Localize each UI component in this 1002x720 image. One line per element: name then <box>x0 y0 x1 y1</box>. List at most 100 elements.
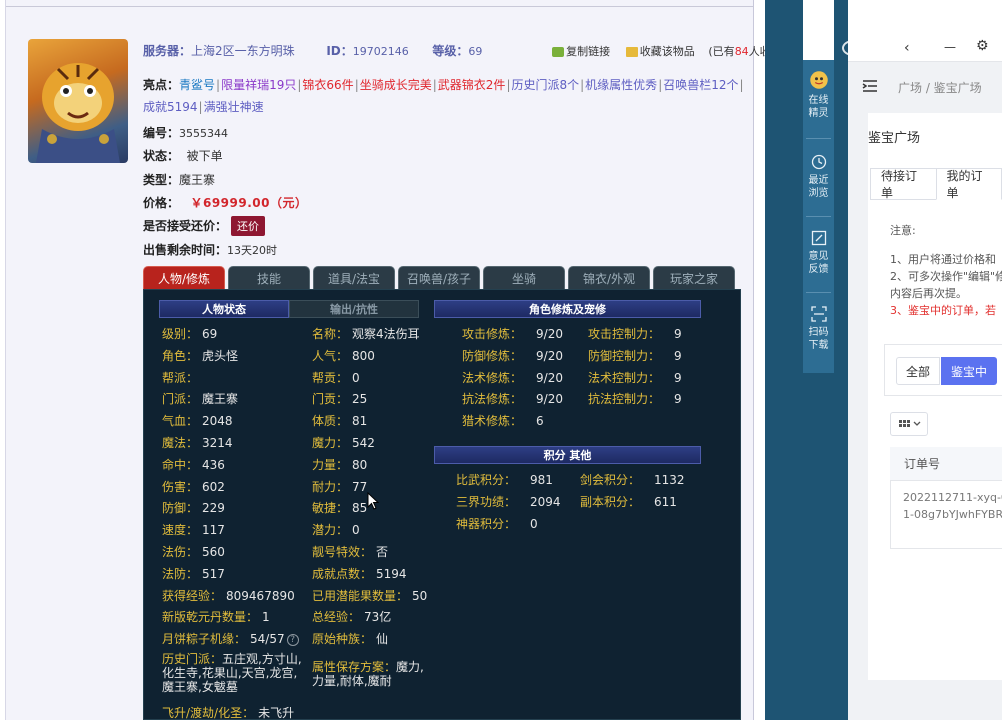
filter-appraising-button[interactable]: 鉴宝中 <box>941 357 997 385</box>
stat-row: 伤害： 602 <box>162 478 225 495</box>
favorite-label: 收藏该物品 <box>639 45 695 58</box>
ascend-value: 未飞升 <box>258 706 295 720</box>
ascend-label: 飞升/渡劫/化圣： <box>162 706 255 720</box>
stat-value: 观察4法伤耳 <box>352 327 420 341</box>
stat-row: 靓号特效：否 <box>312 543 388 560</box>
stat-label: 力量： <box>312 457 349 472</box>
help-icon[interactable]: ? <box>286 633 299 646</box>
stat-label: 帮贡： <box>312 370 349 385</box>
stat-row: 防御控制力： 9 <box>588 347 682 364</box>
stat-value: 81 <box>352 414 368 429</box>
stat-label: 角色： <box>162 348 199 363</box>
level-value: 69 <box>468 45 483 58</box>
stat-row: 敏捷： 85 <box>312 499 367 516</box>
filter-all-button[interactable]: 全部 <box>896 357 940 385</box>
minimize-icon[interactable]: — <box>944 40 956 54</box>
tab-items[interactable]: 道具/法宝 <box>313 266 395 289</box>
tab-character[interactable]: 人物/修炼 <box>143 266 225 289</box>
stat-value: 229 <box>202 501 225 516</box>
stat-label: 潜力： <box>312 523 349 538</box>
stat-row: 神器积分： 0 <box>456 515 538 532</box>
sidebar-divider <box>806 138 831 139</box>
stat-label: 防御： <box>162 501 199 516</box>
output-subtab[interactable]: 输出/抗性 <box>289 300 419 318</box>
remaining-label: 出售剩余时间： <box>143 243 228 257</box>
stat-value: 54/57 <box>250 632 285 647</box>
stat-value: 9/20 <box>536 327 563 341</box>
bargain-button[interactable]: 还价 <box>231 216 266 236</box>
sidebar-label-feedback: 意见反馈 <box>808 251 829 275</box>
highlight-separator: | <box>739 78 744 92</box>
stat-value: 6 <box>536 414 544 429</box>
status-subtab[interactable]: 人物状态 <box>159 300 289 318</box>
stat-label: 体质： <box>312 414 349 429</box>
stat-row: 体质： 81 <box>312 412 367 429</box>
highlight-item: 成就5194 <box>143 100 198 114</box>
stat-row: 副本积分： 611 <box>580 493 677 510</box>
stat-row: 法伤： 560 <box>162 543 225 560</box>
stat-label: 攻击修炼： <box>462 327 523 341</box>
page-title: 鉴宝广场 <box>868 131 921 146</box>
tab-mounts[interactable]: 坐骑 <box>483 266 565 289</box>
floating-sidebar: 在线精灵 最近浏览 意见反馈 扫码下载 <box>803 60 834 373</box>
stat-label: 气血： <box>162 414 199 429</box>
stat-value: 809467890 <box>226 588 295 603</box>
menu-collapse-icon[interactable] <box>862 79 878 93</box>
tab-outfits[interactable]: 锦衣/外观 <box>568 266 650 289</box>
desktop-background <box>765 0 803 720</box>
stat-label: 防御控制力： <box>588 348 661 363</box>
highlights: 亮点：青鲨号|限量祥瑞19只|锦衣66件|坐骑成长完美|武器锦衣2件|历史门派8… <box>143 74 753 118</box>
stat-row: 防御： 229 <box>162 499 225 516</box>
stream-watermark: ©CC直播 <box>866 40 943 59</box>
sidebar-item-online-helper[interactable]: 在线精灵 <box>803 60 834 136</box>
column-select[interactable] <box>890 412 928 436</box>
stat-label: 法术修炼： <box>462 370 523 385</box>
notice-line-1: 1、用户将通过价格和 <box>890 253 996 266</box>
stat-row: 获得经验： 809467890 <box>162 587 295 604</box>
favorite-button[interactable]: 收藏该物品 <box>625 43 695 59</box>
tab-pets[interactable]: 召唤兽/孩子 <box>398 266 480 289</box>
grid-icon <box>899 420 921 427</box>
server-info-row: 服务器：上海2区一东方明珠 ID：19702146 等级：69 复制链接 收藏该… <box>143 42 786 59</box>
stat-label: 新版乾元丹数量： <box>162 610 259 625</box>
server-value: 上海2区一东方明珠 <box>191 44 295 58</box>
stat-row: 速度： 117 <box>162 521 225 538</box>
stat-row: 门贡： 25 <box>312 390 367 407</box>
stat-value: 9/20 <box>536 392 563 407</box>
tab-pending-orders[interactable]: 待接订单 <box>870 168 936 200</box>
order-number-cell[interactable]: 2022112711-xyq-01-08g7bYJwhFYBRU <box>903 489 1002 523</box>
tab-skills[interactable]: 技能 <box>228 266 310 289</box>
stat-label: 比武积分： <box>456 473 517 487</box>
level-label: 等级： <box>432 44 469 58</box>
stat-row: 潜力： 0 <box>312 521 360 538</box>
stat-label: 魔法： <box>162 436 199 450</box>
stat-value: 517 <box>202 566 225 581</box>
stat-row: 门派： 魔王寨 <box>162 390 238 407</box>
sidebar-item-download[interactable]: 扫码下载 <box>803 292 834 368</box>
stat-label: 攻击控制力： <box>588 327 661 341</box>
tab-home[interactable]: 玩家之家 <box>653 266 735 289</box>
stat-row: 级别： 69 <box>162 325 217 342</box>
copy-link-button[interactable]: 复制链接 <box>552 43 610 59</box>
link-icon <box>552 47 565 57</box>
notice-line-2: 2、可多次操作"编辑"修 <box>890 270 1002 283</box>
number-row: 编号：3555344 <box>143 124 228 141</box>
highlight-item: 召唤兽栏12个 <box>663 78 739 92</box>
tab-my-orders[interactable]: 我的订单 <box>935 168 1002 200</box>
settings-icon[interactable]: ⚙ <box>976 38 989 54</box>
stat-value: 3214 <box>202 436 233 450</box>
stat-value: 魔王寨 <box>202 392 239 407</box>
stat-row: 攻击控制力： 9 <box>588 325 682 342</box>
stat-label: 敏捷： <box>312 501 349 516</box>
stat-label: 获得经验： <box>162 588 223 603</box>
copy-link-label: 复制链接 <box>566 45 611 58</box>
sidebar-item-recent[interactable]: 最近浏览 <box>803 140 834 216</box>
column-header-order-no: 订单号 <box>890 447 1002 481</box>
stat-row: 气血： 2048 <box>162 412 233 429</box>
stat-value: 80 <box>352 457 368 472</box>
notice-line-2b: 内容后再次提。 <box>890 287 967 300</box>
stat-value: 560 <box>202 545 225 559</box>
sidebar-item-feedback[interactable]: 意见反馈 <box>803 216 834 292</box>
stat-label: 三界功绩： <box>456 494 517 509</box>
folder-icon <box>625 47 638 57</box>
